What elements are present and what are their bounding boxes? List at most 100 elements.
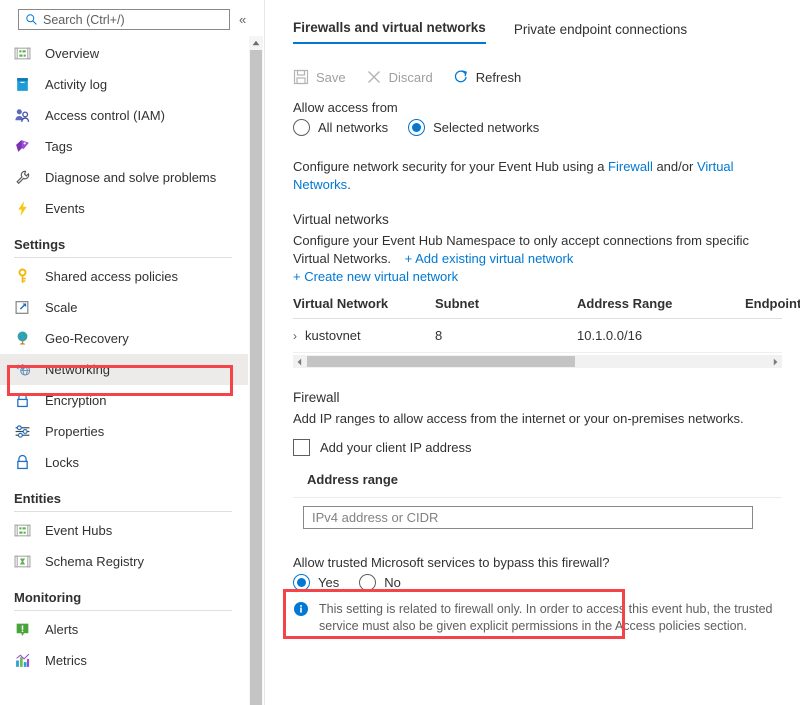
metrics-icon [14,652,31,669]
command-bar: Save Discard Refresh [293,64,541,90]
desc-part-2: and/or [653,159,697,174]
sidebar-item-shared-access-policies[interactable]: Shared access policies [0,261,248,292]
sidebar-group-title: Settings [14,237,248,252]
table-row[interactable]: › kustovnet 8 10.1.0.0/16 [293,319,782,353]
column-header-virtual-network[interactable]: Virtual Network [293,296,435,311]
search-box[interactable] [18,9,230,30]
globe-icon [14,330,31,347]
sidebar-item-geo-recovery[interactable]: Geo-Recovery [0,323,248,354]
sidebar-search-row: « [18,8,258,31]
cell-address-range: 10.1.0.0/16 [577,328,745,343]
column-header-subnet[interactable]: Subnet [435,296,577,311]
main-content: Firewalls and virtual networks Private e… [265,0,800,705]
divider [293,497,782,498]
table-scrollbar-thumb[interactable] [307,356,575,367]
discard-label: Discard [389,70,433,85]
allow-access-from-block: Allow access from All networks Selected … [265,100,800,136]
create-new-virtual-network-link[interactable]: + Create new virtual network [293,269,458,284]
divider [14,257,232,258]
sidebar-item-events[interactable]: Events [0,193,248,224]
sidebar-item-label: Locks [45,455,79,470]
address-range-label: Address range [307,472,782,487]
radio-trusted-yes[interactable]: Yes [293,574,339,591]
firewall-heading: Firewall [293,390,782,405]
tab-firewalls-and-virtual-networks[interactable]: Firewalls and virtual networks [293,20,486,44]
divider [14,511,232,512]
desc-part-3: . [347,177,351,192]
access-control-icon [14,107,31,124]
sidebar-item-diagnose[interactable]: Diagnose and solve problems [0,162,248,193]
sidebar-item-label: Geo-Recovery [45,331,129,346]
sidebar-item-networking[interactable]: Networking [0,354,248,385]
sidebar-item-label: Shared access policies [45,269,178,284]
save-button[interactable]: Save [293,69,346,85]
chevron-right-icon[interactable]: › [293,330,297,342]
firewall-link[interactable]: Firewall [608,159,653,174]
virtual-networks-heading: Virtual networks [293,212,782,227]
tab-bar: Firewalls and virtual networks Private e… [293,14,715,44]
network-security-description: Configure network security for your Even… [265,158,771,194]
scroll-up-icon[interactable] [249,36,263,49]
sidebar-item-properties[interactable]: Properties [0,416,248,447]
column-header-endpoint[interactable]: Endpoint [745,296,800,311]
trusted-services-question: Allow trusted Microsoft services to bypa… [293,555,800,570]
sidebar-item-label: Overview [45,46,99,61]
sidebar-item-event-hubs[interactable]: Event Hubs [0,515,248,546]
scroll-left-icon[interactable] [293,355,306,368]
discard-icon [366,69,382,85]
radio-label: Selected networks [433,120,539,135]
firewall-section: Firewall Add IP ranges to allow access f… [265,390,800,529]
divider [14,610,232,611]
sidebar-item-alerts[interactable]: Alerts [0,614,248,645]
search-icon [25,13,38,26]
radio-trusted-no[interactable]: No [359,574,401,591]
sidebar-item-schema-registry[interactable]: Schema Registry [0,546,248,577]
allow-access-from-label: Allow access from [293,100,782,115]
address-range-input[interactable] [303,506,753,529]
radio-label: Yes [318,575,339,590]
sidebar-group-entities: Entities [0,478,248,515]
discard-button[interactable]: Discard [366,69,433,85]
refresh-icon [453,69,469,85]
table-horizontal-scrollbar[interactable] [293,355,782,368]
sidebar-item-tags[interactable]: Tags [0,131,248,162]
sidebar-group-title: Entities [14,491,248,506]
sidebar-item-label: Encryption [45,393,106,408]
add-existing-virtual-network-link[interactable]: + Add existing virtual network [405,251,574,266]
column-header-address-range[interactable]: Address Range [577,296,745,311]
sidebar-item-label: Scale [45,300,78,315]
trusted-services-block: Allow trusted Microsoft services to bypa… [293,555,800,591]
cell-virtual-network: › kustovnet [293,328,435,343]
event-hubs-icon [14,522,31,539]
info-icon [293,601,309,617]
sidebar-item-scale[interactable]: Scale [0,292,248,323]
sidebar-item-label: Schema Registry [45,554,144,569]
save-icon [293,69,309,85]
radio-all-networks[interactable]: All networks [293,119,388,136]
sidebar-group-settings: Settings [0,224,248,261]
table-header-row: Virtual Network Subnet Address Range End… [293,296,782,319]
sidebar-item-activity-log[interactable]: Activity log [0,69,248,100]
settings-body: Allow access from All networks Selected … [265,100,800,635]
search-input[interactable] [43,13,223,27]
scroll-right-icon[interactable] [769,355,782,368]
sidebar-item-metrics[interactable]: Metrics [0,645,248,676]
add-client-ip-checkbox-row[interactable]: Add your client IP address [293,439,782,456]
sidebar-item-encryption[interactable]: Encryption [0,385,248,416]
sidebar-item-access-control[interactable]: Access control (IAM) [0,100,248,131]
radio-selected-networks[interactable]: Selected networks [408,119,539,136]
refresh-label: Refresh [476,70,522,85]
sidebar-item-overview[interactable]: Overview [0,38,248,69]
activity-log-icon [14,76,31,93]
radio-circle [293,574,310,591]
tab-private-endpoint-connections[interactable]: Private endpoint connections [514,22,687,44]
refresh-button[interactable]: Refresh [453,69,522,85]
sidebar-item-locks[interactable]: Locks [0,447,248,478]
sidebar-item-label: Access control (IAM) [45,108,165,123]
collapse-menu-icon[interactable]: « [239,13,246,26]
virtual-networks-section: Virtual networks Configure your Event Hu… [265,212,800,286]
sidebar-item-label: Diagnose and solve problems [45,170,216,185]
add-client-ip-checkbox[interactable] [293,439,310,456]
sidebar-scrollbar-thumb[interactable] [250,50,262,705]
cell-subnet: 8 [435,328,577,343]
